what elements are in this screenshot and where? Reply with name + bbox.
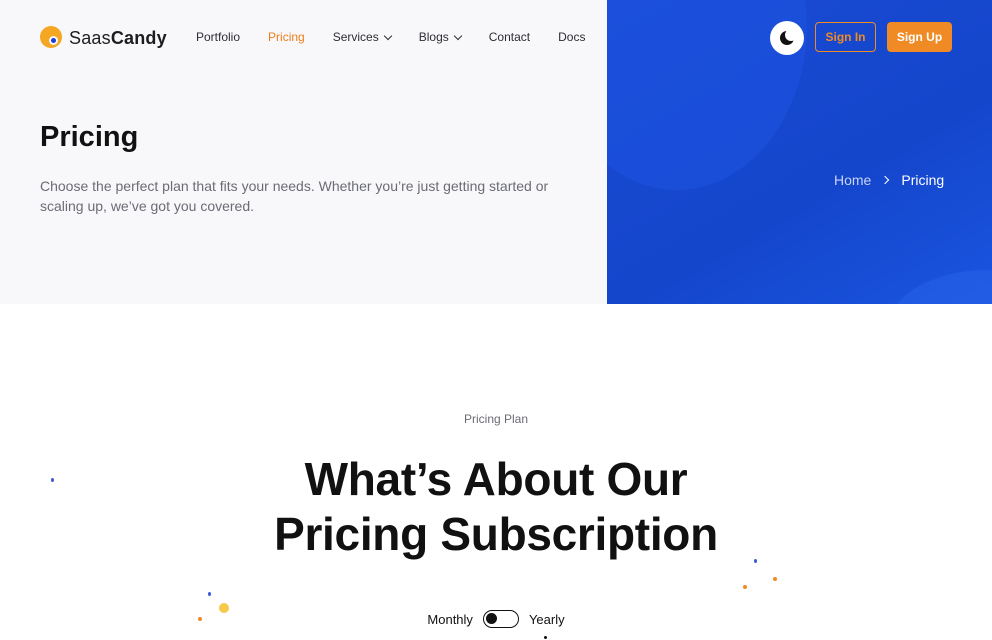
section-title-line: What’s About Our xyxy=(304,453,688,505)
decorative-dot xyxy=(208,592,211,596)
decorative-blob xyxy=(887,270,992,304)
breadcrumb-current: Pricing xyxy=(901,172,945,188)
page-title: Pricing xyxy=(40,121,139,153)
logo-icon xyxy=(40,26,64,50)
monthly-label[interactable]: Monthly xyxy=(427,612,473,627)
nav-item-contact[interactable]: Contact xyxy=(489,30,530,44)
billing-toggle-row: Monthly Yearly xyxy=(0,610,992,628)
chevron-right-icon xyxy=(881,175,890,185)
chevron-down-icon xyxy=(453,31,463,40)
moon-icon xyxy=(780,29,797,45)
decorative-dot xyxy=(544,636,547,639)
nav-item-portfolio[interactable]: Portfolio xyxy=(196,30,240,44)
breadcrumb-home-link[interactable]: Home xyxy=(834,172,871,188)
section-title: What’s About Our Pricing Subscription xyxy=(0,452,992,562)
nav-item-docs[interactable]: Docs xyxy=(558,30,585,44)
yearly-label[interactable]: Yearly xyxy=(529,612,565,627)
decorative-dot xyxy=(743,585,747,589)
switch-knob xyxy=(485,613,497,624)
decorative-dot xyxy=(754,559,757,563)
section-title-line: Pricing Subscription xyxy=(274,508,718,560)
main-menu: Portfolio Pricing Services Blogs Contact… xyxy=(196,30,613,44)
sign-up-button[interactable]: Sign Up xyxy=(887,22,952,52)
decorative-dot xyxy=(51,478,54,482)
chevron-down-icon xyxy=(383,31,392,40)
brand-name: SaasCandy xyxy=(69,27,167,48)
decorative-dot xyxy=(198,617,202,621)
brand-logo[interactable]: SaasCandy xyxy=(40,26,167,50)
decorative-dot xyxy=(219,603,229,613)
decorative-dot xyxy=(773,577,777,581)
breadcrumb: Home Pricing xyxy=(834,172,944,188)
section-eyebrow: Pricing Plan xyxy=(463,412,529,426)
nav-item-blogs[interactable]: Blogs xyxy=(419,30,463,44)
nav-item-pricing[interactable]: Pricing xyxy=(268,30,305,44)
top-navbar: SaasCandy Portfolio Pricing Services Blo… xyxy=(0,0,992,76)
page-description: Choose the perfect plan that fits your n… xyxy=(40,178,549,214)
billing-period-switch[interactable] xyxy=(482,610,519,628)
nav-item-services[interactable]: Services xyxy=(333,30,392,44)
theme-toggle-button[interactable] xyxy=(770,21,804,55)
sign-in-button[interactable]: Sign In xyxy=(815,22,876,52)
